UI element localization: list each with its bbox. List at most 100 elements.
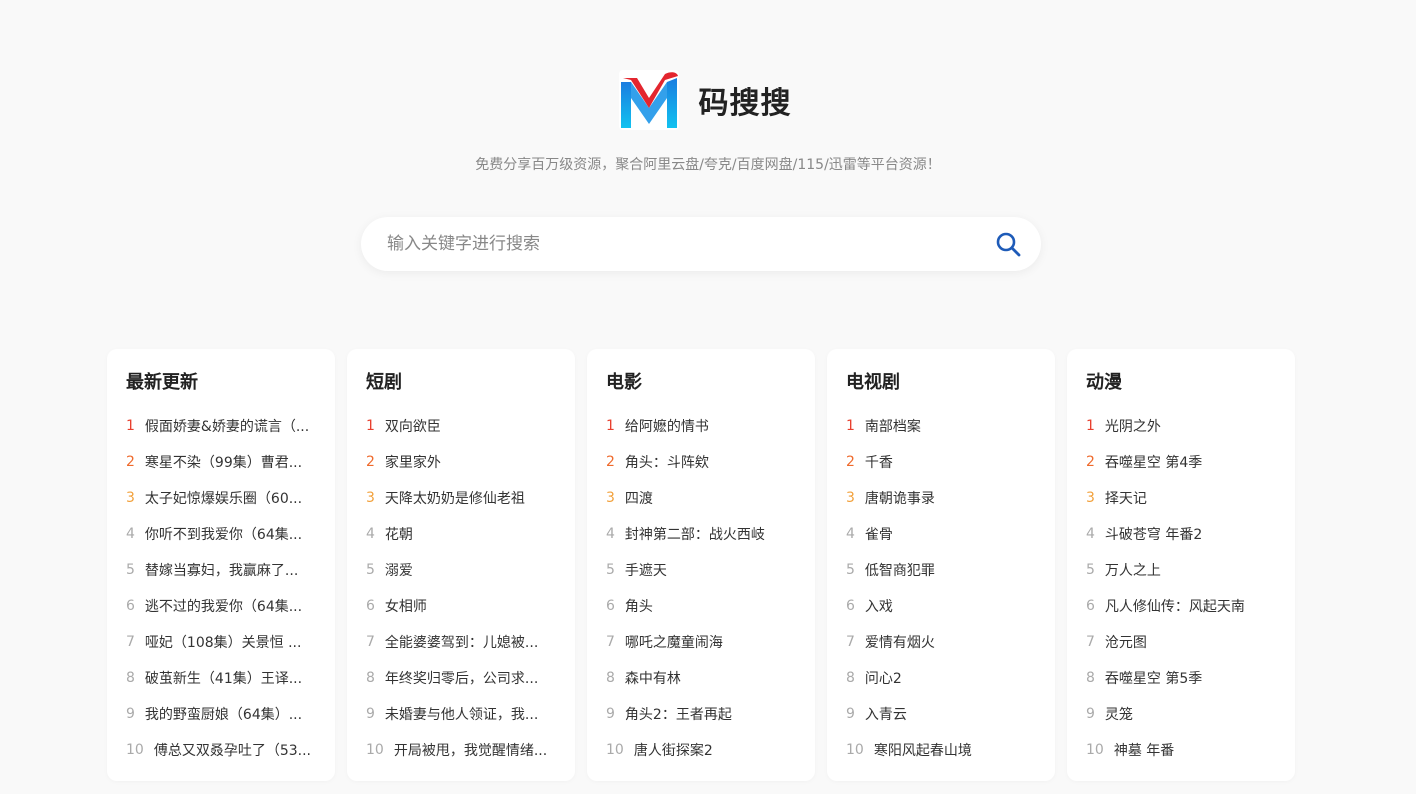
list-item[interactable]: 5 低智商犯罪: [846, 552, 1055, 588]
rank-title-link[interactable]: 我的野蛮厨娘（64集）...: [145, 704, 302, 724]
list-item[interactable]: 5 溺爱: [366, 552, 575, 588]
rank-title-link[interactable]: 入戏: [865, 596, 893, 616]
list-item[interactable]: 2 寒星不染（99集）曹君...: [126, 444, 335, 480]
list-item[interactable]: 7 全能婆婆驾到：儿媳被...: [366, 624, 575, 660]
list-item[interactable]: 2 角头：斗阵欸: [606, 444, 815, 480]
list-item[interactable]: 7 哑妃（108集）关景恒 ...: [126, 624, 335, 660]
list-item[interactable]: 10 开局被甩，我觉醒情绪...: [366, 732, 575, 768]
list-item[interactable]: 2 家里家外: [366, 444, 575, 480]
rank-title-link[interactable]: 灵笼: [1105, 704, 1133, 724]
rank-title-link[interactable]: 角头：斗阵欸: [625, 452, 709, 472]
rank-title-link[interactable]: 未婚妻与他人领证，我...: [385, 704, 538, 724]
list-item[interactable]: 6 凡人修仙传：风起天南: [1086, 588, 1295, 624]
list-item[interactable]: 1 给阿嬷的情书: [606, 408, 815, 444]
list-item[interactable]: 1 假面娇妻&娇妻的谎言（...: [126, 408, 335, 444]
list-item[interactable]: 3 四渡: [606, 480, 815, 516]
rank-title-link[interactable]: 斗破苍穹 年番2: [1105, 524, 1202, 544]
list-item[interactable]: 9 灵笼: [1086, 696, 1295, 732]
list-item[interactable]: 10 唐人街探案2: [606, 732, 815, 768]
list-item[interactable]: 3 太子妃惊爆娱乐圈（60...: [126, 480, 335, 516]
rank-title-link[interactable]: 择天记: [1105, 488, 1147, 508]
rank-title-link[interactable]: 封神第二部：战火西岐: [625, 524, 765, 544]
search-input[interactable]: [385, 233, 993, 255]
rank-title-link[interactable]: 千香: [865, 452, 893, 472]
rank-title-link[interactable]: 唐朝诡事录: [865, 488, 935, 508]
list-item[interactable]: 5 手遮天: [606, 552, 815, 588]
list-item[interactable]: 6 逃不过的我爱你（64集...: [126, 588, 335, 624]
list-item[interactable]: 4 你听不到我爱你（64集...: [126, 516, 335, 552]
rank-title-link[interactable]: 溺爱: [385, 560, 413, 580]
rank-title-link[interactable]: 哪吒之魔童闹海: [625, 632, 723, 652]
rank-title-link[interactable]: 南部档案: [865, 416, 921, 436]
list-item[interactable]: 3 唐朝诡事录: [846, 480, 1055, 516]
list-item[interactable]: 4 斗破苍穹 年番2: [1086, 516, 1295, 552]
list-item[interactable]: 10 寒阳风起春山境: [846, 732, 1055, 768]
rank-title-link[interactable]: 爱情有烟火: [865, 632, 935, 652]
list-item[interactable]: 10 傅总又双叒孕吐了（53...: [126, 732, 335, 768]
rank-title-link[interactable]: 吞噬星空 第5季: [1105, 668, 1202, 688]
rank-title-link[interactable]: 吞噬星空 第4季: [1105, 452, 1202, 472]
list-item[interactable]: 7 哪吒之魔童闹海: [606, 624, 815, 660]
rank-title-link[interactable]: 角头2：王者再起: [625, 704, 732, 724]
list-item[interactable]: 7 沧元图: [1086, 624, 1295, 660]
list-item[interactable]: 6 角头: [606, 588, 815, 624]
rank-title-link[interactable]: 开局被甩，我觉醒情绪...: [394, 740, 547, 760]
rank-title-link[interactable]: 年终奖归零后，公司求...: [385, 668, 538, 688]
list-item[interactable]: 8 森中有林: [606, 660, 815, 696]
rank-title-link[interactable]: 你听不到我爱你（64集...: [145, 524, 302, 544]
list-item[interactable]: 6 女相师: [366, 588, 575, 624]
list-item[interactable]: 9 入青云: [846, 696, 1055, 732]
list-item[interactable]: 8 年终奖归零后，公司求...: [366, 660, 575, 696]
rank-title-link[interactable]: 破茧新生（41集）王译...: [145, 668, 302, 688]
list-item[interactable]: 1 光阴之外: [1086, 408, 1295, 444]
brand-link[interactable]: 码搜搜: [617, 68, 792, 132]
list-item[interactable]: 9 未婚妻与他人领证，我...: [366, 696, 575, 732]
rank-title-link[interactable]: 角头: [625, 596, 653, 616]
rank-title-link[interactable]: 沧元图: [1105, 632, 1147, 652]
rank-title-link[interactable]: 花朝: [385, 524, 413, 544]
rank-title-link[interactable]: 万人之上: [1105, 560, 1161, 580]
rank-title-link[interactable]: 替嫁当寡妇，我赢麻了...: [145, 560, 298, 580]
list-item[interactable]: 1 双向欲臣: [366, 408, 575, 444]
rank-title-link[interactable]: 寒阳风起春山境: [874, 740, 972, 760]
list-item[interactable]: 10 神墓 年番: [1086, 732, 1295, 768]
list-item[interactable]: 3 择天记: [1086, 480, 1295, 516]
list-item[interactable]: 9 我的野蛮厨娘（64集）...: [126, 696, 335, 732]
list-item[interactable]: 8 破茧新生（41集）王译...: [126, 660, 335, 696]
rank-title-link[interactable]: 凡人修仙传：风起天南: [1105, 596, 1245, 616]
rank-title-link[interactable]: 逃不过的我爱你（64集...: [145, 596, 302, 616]
rank-title-link[interactable]: 寒星不染（99集）曹君...: [145, 452, 302, 472]
list-item[interactable]: 7 爱情有烟火: [846, 624, 1055, 660]
rank-title-link[interactable]: 女相师: [385, 596, 427, 616]
rank-title-link[interactable]: 入青云: [865, 704, 907, 724]
rank-title-link[interactable]: 家里家外: [385, 452, 441, 472]
list-item[interactable]: 9 角头2：王者再起: [606, 696, 815, 732]
rank-title-link[interactable]: 双向欲臣: [385, 416, 441, 436]
rank-title-link[interactable]: 唐人街探案2: [634, 740, 713, 760]
rank-title-link[interactable]: 低智商犯罪: [865, 560, 935, 580]
list-item[interactable]: 6 入戏: [846, 588, 1055, 624]
rank-title-link[interactable]: 手遮天: [625, 560, 667, 580]
list-item[interactable]: 1 南部档案: [846, 408, 1055, 444]
rank-title-link[interactable]: 四渡: [625, 488, 653, 508]
list-item[interactable]: 8 问心2: [846, 660, 1055, 696]
rank-title-link[interactable]: 太子妃惊爆娱乐圈（60...: [145, 488, 302, 508]
list-item[interactable]: 8 吞噬星空 第5季: [1086, 660, 1295, 696]
rank-title-link[interactable]: 给阿嬷的情书: [625, 416, 709, 436]
rank-title-link[interactable]: 全能婆婆驾到：儿媳被...: [385, 632, 538, 652]
rank-title-link[interactable]: 光阴之外: [1105, 416, 1161, 436]
rank-title-link[interactable]: 雀骨: [865, 524, 893, 544]
list-item[interactable]: 5 替嫁当寡妇，我赢麻了...: [126, 552, 335, 588]
list-item[interactable]: 4 花朝: [366, 516, 575, 552]
list-item[interactable]: 5 万人之上: [1086, 552, 1295, 588]
search-button[interactable]: [993, 229, 1023, 259]
rank-title-link[interactable]: 神墓 年番: [1114, 740, 1174, 760]
rank-title-link[interactable]: 哑妃（108集）关景恒 ...: [145, 632, 302, 652]
list-item[interactable]: 4 雀骨: [846, 516, 1055, 552]
rank-title-link[interactable]: 傅总又双叒孕吐了（53...: [154, 740, 311, 760]
list-item[interactable]: 2 吞噬星空 第4季: [1086, 444, 1295, 480]
rank-title-link[interactable]: 森中有林: [625, 668, 681, 688]
rank-title-link[interactable]: 问心2: [865, 668, 902, 688]
list-item[interactable]: 2 千香: [846, 444, 1055, 480]
rank-title-link[interactable]: 天降太奶奶是修仙老祖: [385, 488, 525, 508]
